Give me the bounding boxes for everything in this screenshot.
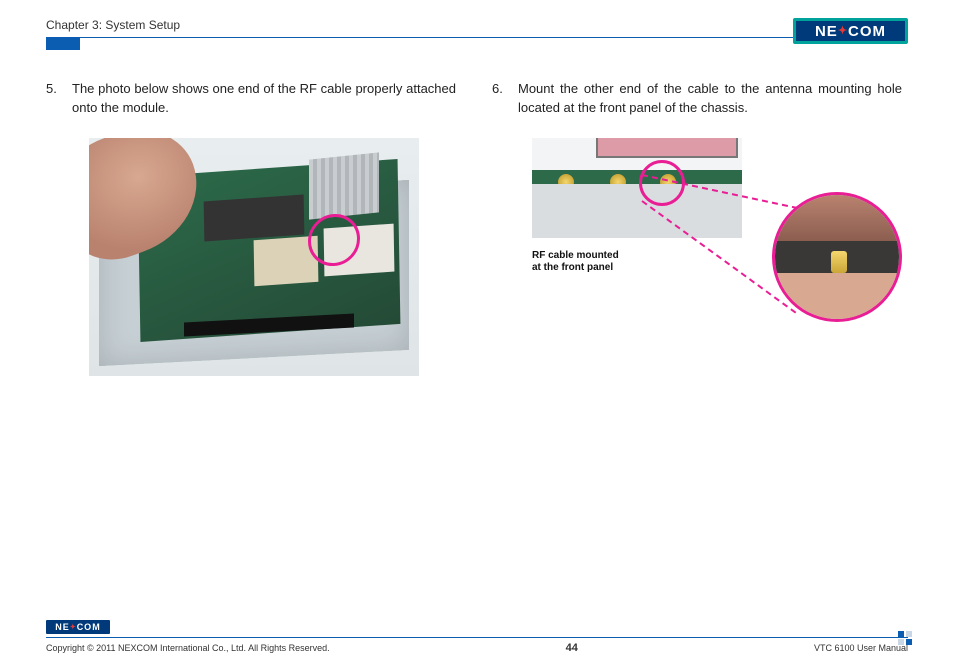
step-5-body: The photo below shows one end of the RF … (72, 80, 462, 118)
copyright-text: Copyright © 2011 NEXCOM International Co… (46, 643, 330, 653)
step-6: 6. Mount the other end of the cable to t… (492, 80, 908, 118)
doc-title: VTC 6100 User Manual (814, 643, 908, 653)
footer-squares-icon (898, 631, 912, 645)
header-rule (46, 37, 908, 50)
chapter-title: Chapter 3: System Setup (46, 18, 180, 32)
right-column: 6. Mount the other end of the cable to t… (492, 80, 908, 378)
zoom-detail-circle (772, 192, 902, 322)
callout-line1: RF cable mounted (532, 250, 619, 262)
brand-logo: NE✦COM (793, 18, 908, 44)
content-columns: 5. The photo below shows one end of the … (46, 80, 908, 378)
callout-line2: at the front panel (532, 262, 619, 274)
step-6-body: Mount the other end of the cable to the … (518, 80, 908, 118)
step-6-number: 6. (492, 80, 518, 118)
footer-brand-logo: NE✦COM (46, 620, 110, 634)
photo-rf-cable-module (89, 138, 419, 376)
page-number: 44 (566, 642, 578, 654)
figure-front-panel: RF cable mounted at the front panel (492, 138, 908, 378)
step-5: 5. The photo below shows one end of the … (46, 80, 462, 118)
step-5-number: 5. (46, 80, 72, 118)
page-footer: NE✦COM Copyright © 2011 NEXCOM Internati… (46, 620, 908, 654)
left-column: 5. The photo below shows one end of the … (46, 80, 462, 378)
callout-label: RF cable mounted at the front panel (532, 250, 619, 274)
